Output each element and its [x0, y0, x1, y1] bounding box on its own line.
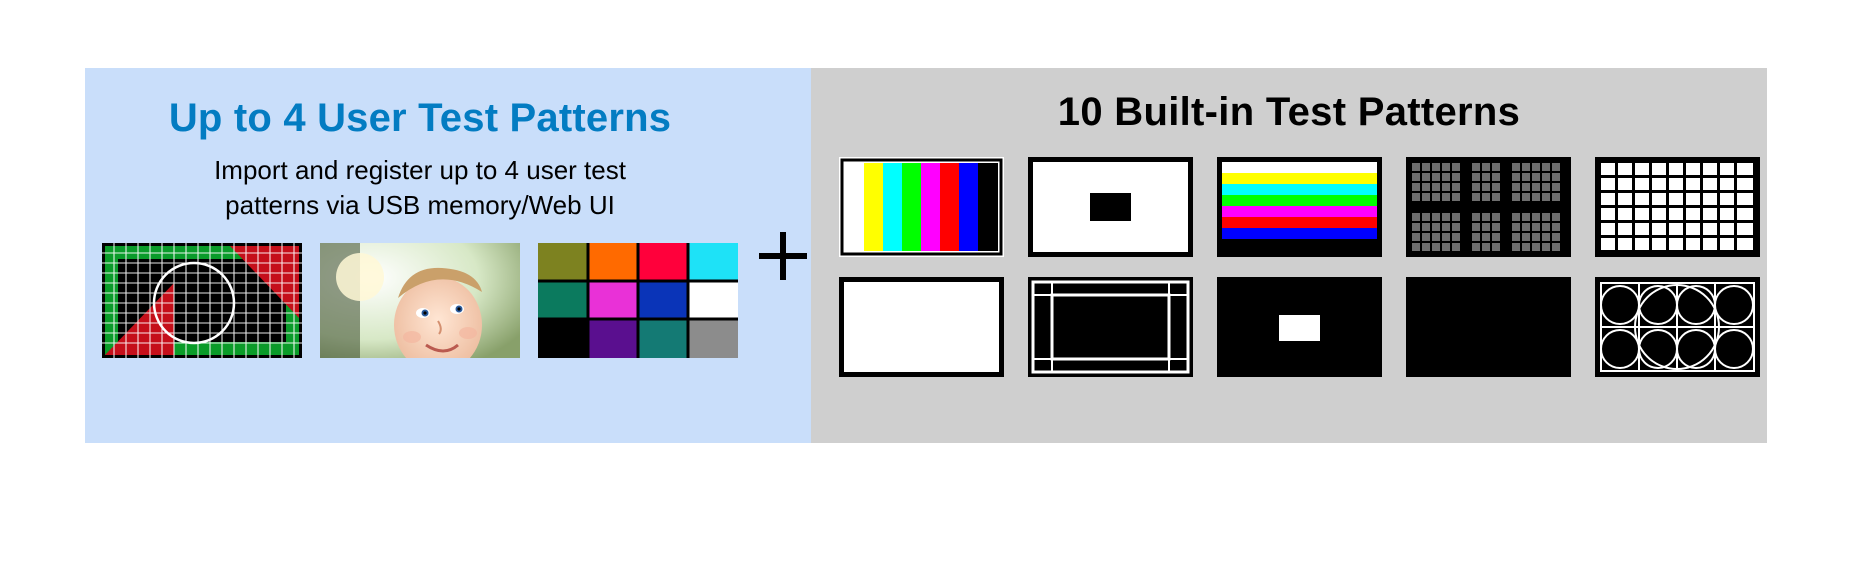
black-white-rect-icon — [1217, 277, 1382, 377]
feature-banner: Up to 4 User Test Patterns Import and re… — [85, 68, 1767, 443]
hatch-circles-icon — [1595, 277, 1760, 377]
full-white-tile — [839, 277, 1004, 377]
horizontal-color-bars-tile — [1217, 157, 1382, 257]
user-pattern-thumbnails — [102, 243, 738, 358]
color-bars-tile — [839, 157, 1004, 257]
builtin-pattern-tiles — [839, 157, 1739, 377]
horizontal-color-bars-icon — [1217, 157, 1382, 257]
hatch-circles-tile — [1595, 277, 1760, 377]
color-bars-icon — [839, 157, 1004, 257]
full-white-icon — [839, 277, 1004, 377]
safe-area-outline-icon — [1028, 277, 1193, 377]
checker-fine-icon — [1406, 157, 1571, 257]
checker-coarse-tile — [1595, 157, 1760, 257]
checker-fine-tile — [1406, 157, 1571, 257]
white-black-rect-icon — [1028, 157, 1193, 257]
user-patterns-subtitle: Import and register up to 4 user testpat… — [214, 153, 626, 223]
builtin-patterns-title: 10 Built-in Test Patterns — [1058, 90, 1520, 135]
color-chart-thumbnail-icon — [538, 243, 738, 358]
full-black-icon — [1406, 277, 1571, 377]
user-patterns-panel: Up to 4 User Test Patterns Import and re… — [85, 68, 755, 443]
checker-coarse-icon — [1595, 157, 1760, 257]
black-white-rect-tile — [1217, 277, 1382, 377]
safe-area-outline-tile — [1028, 277, 1193, 377]
plus-icon — [755, 228, 811, 284]
white-black-rect-tile — [1028, 157, 1193, 257]
builtin-patterns-panel: 10 Built-in Test Patterns — [811, 68, 1767, 443]
user-patterns-title: Up to 4 User Test Patterns — [169, 96, 671, 141]
grid-circle-thumbnail-icon — [102, 243, 302, 358]
photo-thumbnail-icon — [320, 243, 520, 358]
full-black-tile — [1406, 277, 1571, 377]
plus-separator — [755, 68, 811, 443]
